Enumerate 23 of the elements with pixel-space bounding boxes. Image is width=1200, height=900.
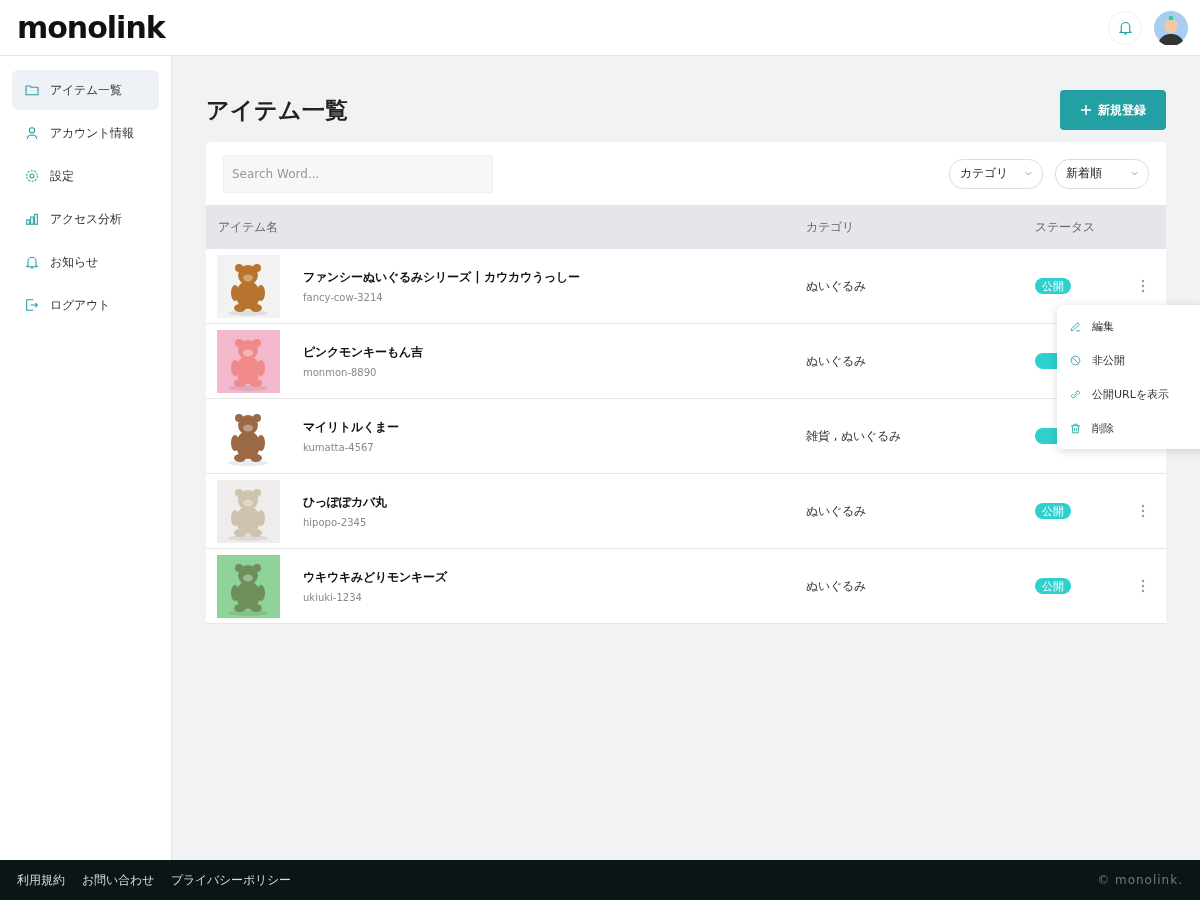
column-header: アイテム名 — [218, 218, 278, 236]
item-name: ひっぽぽカバ丸 — [303, 494, 387, 511]
column-header: ステータス — [1035, 218, 1095, 236]
column-header: カテゴリ — [806, 218, 854, 236]
copyright: © monolink. — [1097, 873, 1183, 887]
item-name: マイリトルくまー — [303, 419, 399, 436]
item-code: fancy-cow-3214 — [303, 292, 384, 303]
item-code: kumatta-4567 — [303, 442, 375, 453]
category-text: ぬいぐるみ — [806, 352, 866, 370]
category-text: 雑貨 , ぬいぐるみ — [806, 427, 902, 445]
item-name: ピンクモンキーもん吉 — [303, 344, 423, 361]
item-name: ファンシーぬいぐるみシリーズ | カウカウうっしー — [303, 269, 580, 286]
item-code: monmon-8890 — [303, 367, 378, 378]
item-code: ukiuki-1234 — [303, 592, 363, 603]
category-text: ぬいぐるみ — [806, 502, 866, 520]
page-title: アイテム一覧 — [206, 95, 348, 125]
item-name: ウキウキみどりモンキーズ — [303, 569, 447, 586]
status-badge: 公開 — [1035, 278, 1071, 294]
category-text: ぬいぐるみ — [806, 577, 866, 595]
category-text: ぬいぐるみ — [806, 277, 866, 295]
item-code: hipopo-2345 — [303, 517, 368, 528]
status-badge: 公開 — [1035, 503, 1071, 519]
status-badge: 公開 — [1035, 578, 1071, 594]
